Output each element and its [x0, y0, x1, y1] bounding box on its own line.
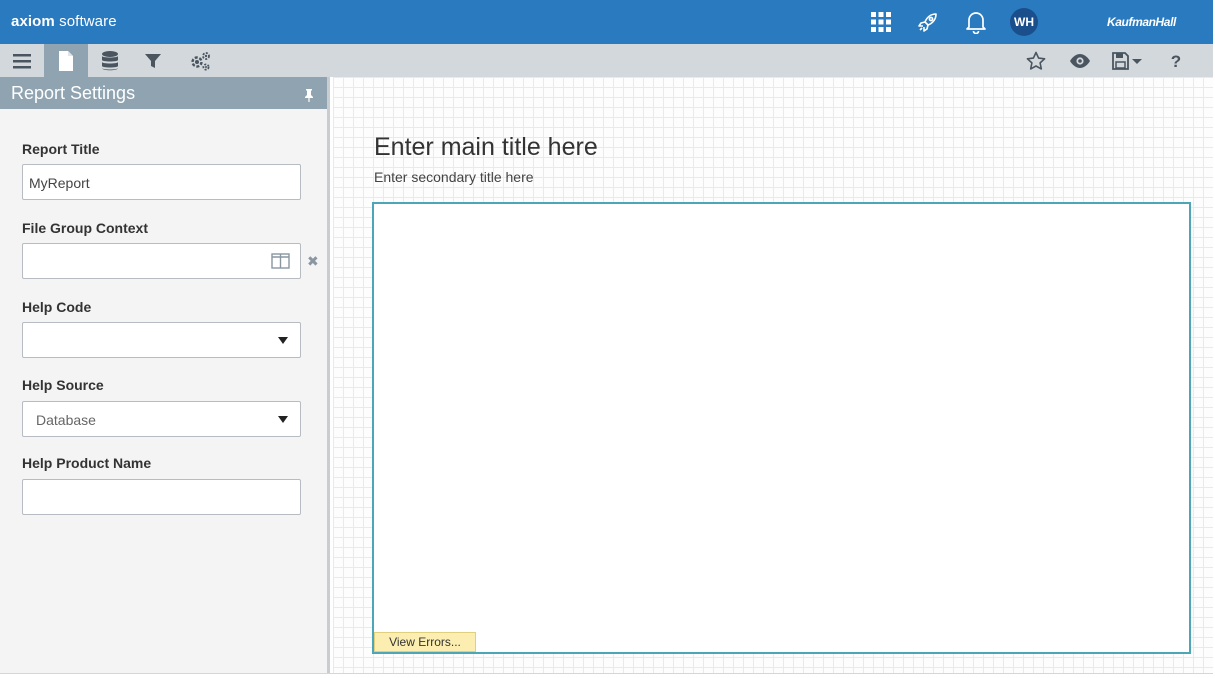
pin-icon[interactable]: [303, 86, 315, 107]
document-icon: [59, 50, 73, 71]
bottom-divider: [0, 673, 1213, 674]
report-title-input[interactable]: MyReport: [22, 164, 301, 200]
favorite-button[interactable]: [1014, 44, 1058, 77]
filter-icon: [145, 53, 161, 68]
menu-icon: [13, 53, 31, 68]
gears-icon: [191, 51, 210, 70]
bell-icon[interactable]: [962, 8, 990, 36]
settings-button[interactable]: [178, 44, 222, 77]
chevron-down-icon: [278, 337, 288, 344]
help-product-name-input[interactable]: [22, 479, 301, 515]
help-code-label: Help Code: [22, 299, 92, 315]
panel-header: Report Settings: [0, 77, 327, 109]
main-toolbar: ?: [0, 44, 1213, 77]
report-secondary-title[interactable]: Enter secondary title here: [374, 169, 534, 185]
brand-logo[interactable]: axiom software: [11, 13, 117, 30]
clear-icon[interactable]: ✖: [307, 253, 319, 270]
save-menu-button[interactable]: [1106, 44, 1150, 77]
help-product-name-label: Help Product Name: [22, 455, 152, 471]
help-icon: ?: [1171, 52, 1181, 71]
document-button[interactable]: [44, 44, 88, 77]
user-avatar[interactable]: WH: [1010, 8, 1038, 36]
preview-button[interactable]: [1058, 44, 1102, 77]
help-source-select[interactable]: Database: [22, 401, 301, 437]
panel-title: Report Settings: [11, 83, 136, 103]
eye-icon: [1070, 53, 1090, 68]
report-title-value: MyReport: [29, 175, 90, 191]
database-icon: [102, 50, 118, 70]
filter-button[interactable]: [131, 44, 175, 77]
partner-logo: KaufmanHall: [1107, 15, 1176, 29]
report-main-title[interactable]: Enter main title here: [374, 133, 598, 162]
help-button[interactable]: ?: [1154, 44, 1198, 77]
svg-text:?: ?: [1171, 52, 1181, 71]
star-icon: [1026, 51, 1046, 70]
help-code-select[interactable]: [22, 322, 301, 358]
chevron-down-icon: [278, 416, 288, 423]
rocket-icon[interactable]: [914, 8, 942, 36]
menu-button[interactable]: [0, 44, 44, 77]
app-header: axiom software WH KaufmanHall: [0, 0, 1213, 44]
file-group-context-label: File Group Context: [22, 220, 148, 236]
save-icon: [1112, 51, 1142, 70]
report-title-label: Report Title: [22, 141, 100, 157]
database-button[interactable]: [88, 44, 132, 77]
help-source-label: Help Source: [22, 377, 104, 393]
file-group-context-input[interactable]: [22, 243, 301, 279]
picker-icon[interactable]: [271, 253, 290, 274]
view-errors-button[interactable]: View Errors...: [374, 632, 476, 652]
report-content-area[interactable]: [372, 202, 1191, 654]
apps-grid-icon[interactable]: [867, 8, 895, 36]
help-source-value: Database: [36, 412, 96, 428]
